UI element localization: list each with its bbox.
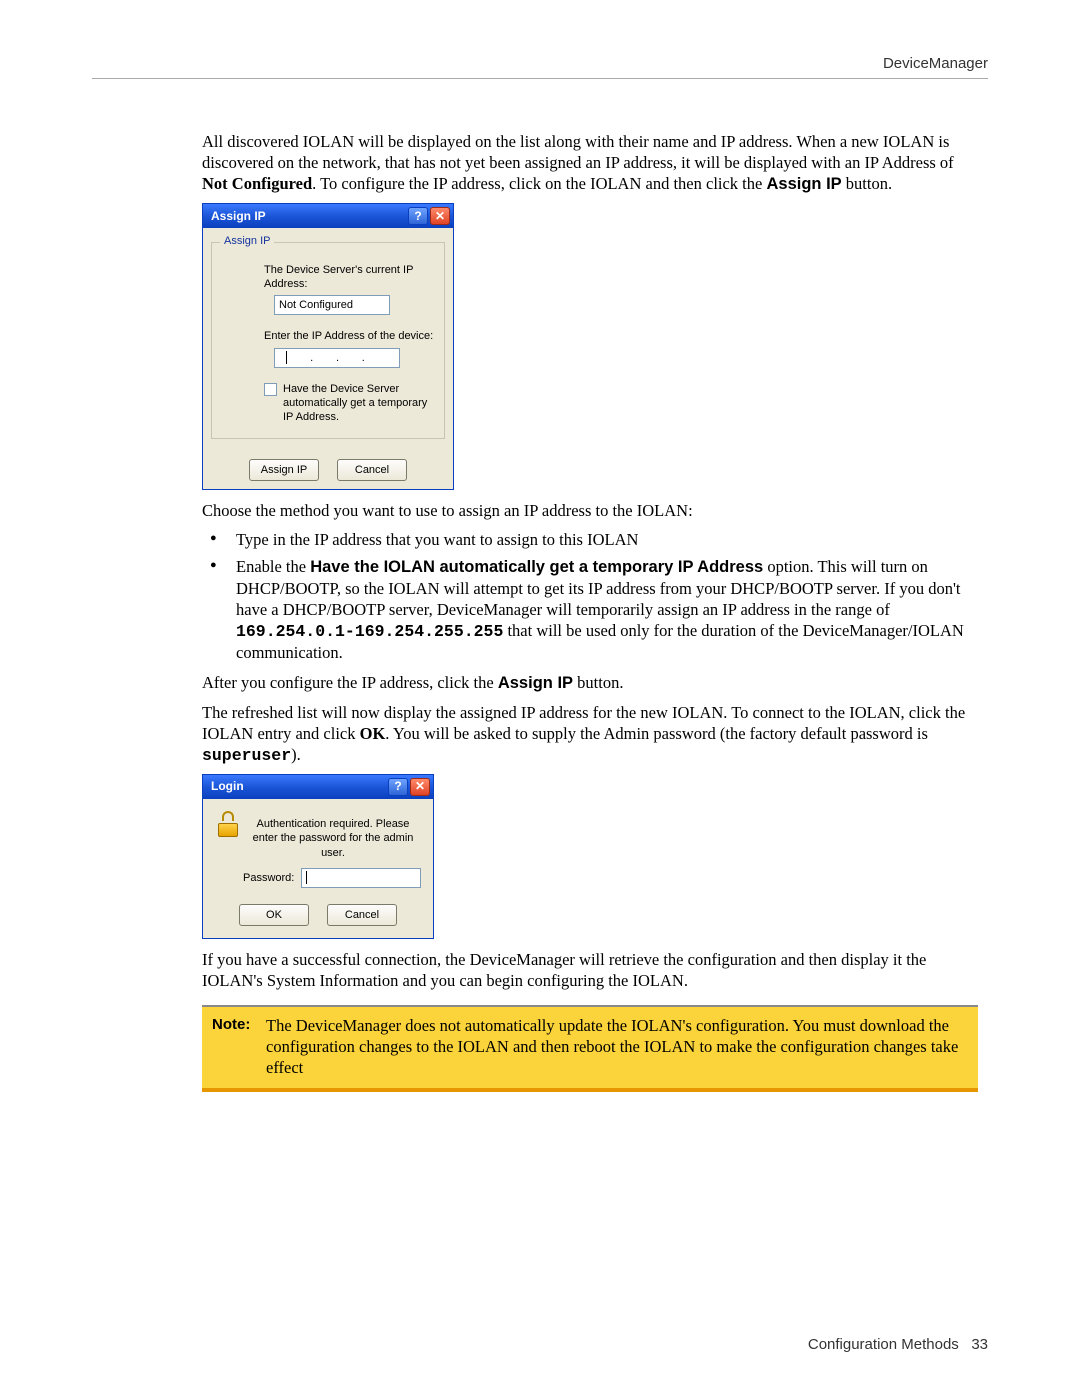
text: button. — [842, 174, 892, 193]
assign-ip-group: Assign IP The Device Server's current IP… — [211, 242, 445, 438]
assign-ip-titlebar[interactable]: Assign IP ? ✕ — [203, 204, 453, 228]
current-ip-field[interactable]: Not Configured — [274, 295, 390, 315]
note-box: Note: The DeviceManager does not automat… — [202, 1005, 978, 1092]
dialog-title: Login — [211, 779, 386, 794]
method-list: Type in the IP address that you want to … — [202, 529, 978, 664]
list-item: Enable the Have the IOLAN automatically … — [228, 556, 978, 664]
footer-page: 33 — [971, 1336, 988, 1353]
refreshed-list-text: The refreshed list will now display the … — [202, 702, 978, 766]
cursor — [306, 871, 307, 884]
after-configure-text: After you configure the IP address, clic… — [202, 672, 978, 694]
close-icon[interactable]: ✕ — [430, 207, 450, 225]
group-label: Assign IP — [220, 234, 274, 248]
auto-ip-checkbox[interactable] — [264, 383, 277, 396]
login-message: Authentication required. Please enter th… — [247, 811, 423, 860]
help-icon[interactable]: ? — [388, 778, 408, 796]
choose-method-text: Choose the method you want to use to ass… — [202, 500, 978, 521]
header-title: DeviceManager — [92, 55, 988, 79]
text: . You will be asked to supply the Admin … — [385, 724, 928, 743]
enter-ip-label: Enter the IP Address of the device: — [264, 329, 434, 343]
close-icon[interactable]: ✕ — [410, 778, 430, 796]
assign-ip-button[interactable]: Assign IP — [249, 459, 319, 481]
password-label: Password: — [243, 871, 301, 885]
ip-address-field[interactable]: . . . — [274, 348, 400, 368]
ok-bold: OK — [360, 724, 386, 743]
auto-ip-label: Have the Device Server automatically get… — [283, 382, 434, 424]
dialog-title: Assign IP — [211, 209, 406, 224]
note-label: Note: — [212, 1015, 266, 1078]
ok-button[interactable]: OK — [239, 904, 309, 926]
password-row: Password: — [243, 868, 423, 888]
lock-icon — [217, 811, 241, 837]
cursor — [286, 351, 287, 364]
list-item: Type in the IP address that you want to … — [228, 529, 978, 550]
success-text: If you have a successful connection, the… — [202, 949, 978, 991]
login-body: Authentication required. Please enter th… — [203, 799, 433, 938]
main-content: All discovered IOLAN will be displayed o… — [202, 131, 978, 1092]
cancel-button[interactable]: Cancel — [337, 459, 407, 481]
text: . To configure the IP address, click on … — [312, 174, 766, 193]
text: ). — [291, 745, 301, 764]
assign-ip-dialog: Assign IP ? ✕ Assign IP The Device Serve… — [202, 203, 454, 489]
login-titlebar[interactable]: Login ? ✕ — [203, 775, 433, 799]
dialog-buttons: Assign IP Cancel — [203, 449, 453, 489]
auto-ip-row: Have the Device Server automatically get… — [264, 382, 434, 424]
ip-range-code: 169.254.0.1-169.254.255.255 — [236, 622, 503, 641]
text: All discovered IOLAN will be displayed o… — [202, 132, 954, 172]
current-ip-label: The Device Server's current IP Address: — [264, 263, 434, 291]
footer-section: Configuration Methods — [808, 1336, 959, 1353]
login-buttons: OK Cancel — [213, 894, 423, 934]
cancel-button[interactable]: Cancel — [327, 904, 397, 926]
assign-ip-label: Assign IP — [766, 175, 841, 193]
option-bold: Have the IOLAN automatically get a tempo… — [310, 558, 763, 576]
login-dialog: Login ? ✕ Authentication required. Pleas… — [202, 774, 434, 939]
not-configured-bold: Not Configured — [202, 174, 312, 193]
note-text: The DeviceManager does not automatically… — [266, 1015, 968, 1078]
page-footer: Configuration Methods 33 — [808, 1336, 988, 1353]
password-field[interactable] — [301, 868, 421, 888]
intro-paragraph: All discovered IOLAN will be displayed o… — [202, 131, 978, 195]
text: After you configure the IP address, clic… — [202, 673, 498, 692]
text: Enable the — [236, 557, 310, 576]
text: button. — [573, 673, 623, 692]
superuser-code: superuser — [202, 746, 291, 765]
help-icon[interactable]: ? — [408, 207, 428, 225]
assign-ip-bold: Assign IP — [498, 674, 573, 692]
